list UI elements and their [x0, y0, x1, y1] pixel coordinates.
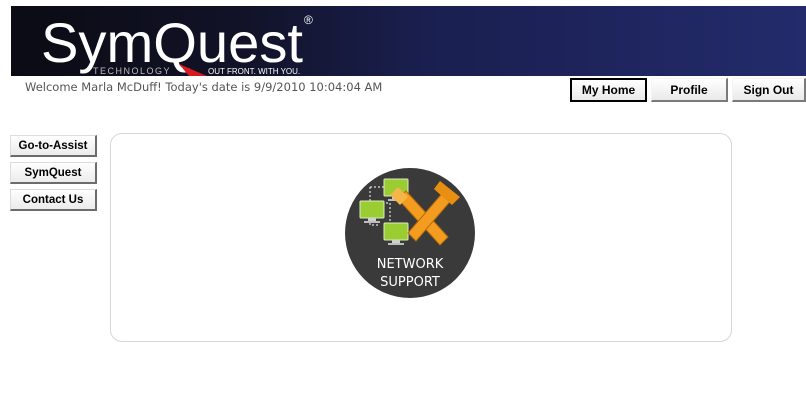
profile-button[interactable]: Profile — [651, 78, 728, 102]
symquest-logo[interactable]: SymQuest ® TECHNOLOGY OUT FRONT. WITH YO… — [11, 6, 331, 76]
side-nav: Go-to-Assist SymQuest Contact Us — [10, 135, 97, 216]
network-support-badge[interactable]: NETWORK SUPPORT — [344, 167, 476, 299]
tagline-right: OUT FRONT. WITH YOU. — [208, 67, 300, 76]
go-to-assist-button[interactable]: Go-to-Assist — [10, 135, 97, 157]
badge-line-1: NETWORK — [377, 257, 444, 272]
logo-text: SymQuest — [41, 11, 303, 74]
registered-mark: ® — [304, 13, 313, 27]
header-banner: SymQuest ® TECHNOLOGY OUT FRONT. WITH YO… — [11, 6, 806, 76]
badge-line-2: SUPPORT — [380, 275, 440, 290]
welcome-message: Welcome Marla McDuff! Today's date is 9/… — [25, 80, 383, 94]
symquest-button[interactable]: SymQuest — [10, 162, 97, 184]
main-content-panel: NETWORK SUPPORT — [110, 133, 732, 342]
contact-us-button[interactable]: Contact Us — [10, 189, 97, 211]
my-home-button[interactable]: My Home — [570, 78, 647, 102]
sign-out-button[interactable]: Sign Out — [732, 78, 806, 102]
tagline-left: TECHNOLOGY — [93, 66, 171, 76]
